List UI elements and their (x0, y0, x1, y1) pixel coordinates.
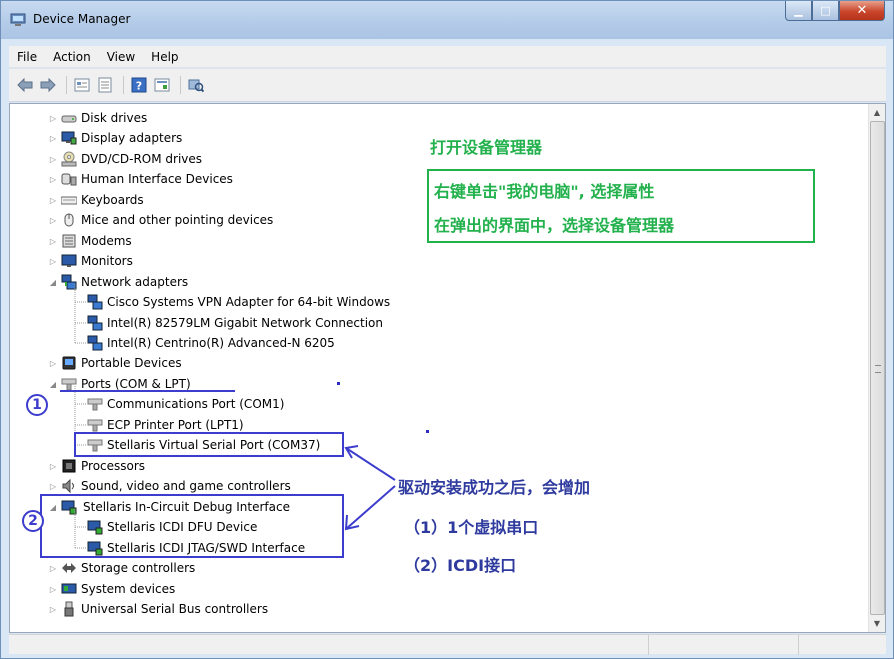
status-cell (799, 635, 886, 655)
close-button[interactable]: ✕ (839, 1, 885, 21)
scroll-down-icon[interactable]: ▼ (869, 615, 885, 632)
forward-arrow-icon (40, 78, 56, 92)
stray-dot (426, 430, 429, 433)
scan-hardware-icon (188, 79, 204, 93)
back-button[interactable] (15, 75, 35, 95)
minimize-button[interactable]: ▁ (785, 1, 812, 21)
toolbar: ? (9, 69, 886, 102)
scroll-thumb[interactable] (870, 121, 885, 615)
show-hidden-button[interactable] (95, 75, 115, 95)
details-button[interactable] (152, 75, 172, 95)
toolbar-separator (123, 76, 124, 94)
toolbar-separator (66, 76, 67, 94)
window-title: Device Manager (33, 12, 131, 26)
menu-view[interactable]: View (99, 46, 143, 68)
forward-button[interactable] (38, 75, 58, 95)
help-button[interactable]: ? (129, 75, 149, 95)
device-tree-pane[interactable]: ▷ Disk drives ▷ Display adapters ▷ DVD/C… (9, 103, 886, 633)
title-bar[interactable]: Device Manager ▁ □ ✕ (1, 1, 893, 39)
menu-help[interactable]: Help (143, 46, 186, 68)
maximize-icon: □ (820, 4, 831, 17)
annotation-blue-line2: （1）1个虚拟串口 (404, 518, 539, 537)
annotation-blue-line1: 驱动安装成功之后，会增加 (398, 478, 591, 497)
vertical-scrollbar[interactable]: ▲ ▼ (868, 104, 885, 632)
status-cell (9, 635, 649, 655)
back-arrow-icon (17, 78, 33, 92)
annotation-blue-line3: （2）ICDI接口 (404, 556, 517, 575)
window-controls: ▁ □ ✕ (785, 1, 885, 21)
menu-action[interactable]: Action (45, 46, 99, 68)
scan-hardware-button[interactable] (186, 75, 206, 95)
menu-bar: File Action View Help (9, 46, 886, 68)
properties-button[interactable] (72, 75, 92, 95)
help-icon: ? (131, 77, 147, 93)
details-icon (154, 78, 170, 92)
status-cell (649, 635, 799, 655)
scroll-grip-icon (875, 365, 881, 373)
stray-dot (337, 382, 340, 385)
close-icon: ✕ (856, 3, 868, 18)
device-manager-window: Device Manager ▁ □ ✕ File Action View He… (0, 0, 894, 659)
device-manager-icon (10, 13, 26, 26)
menu-file[interactable]: File (9, 46, 45, 68)
properties-icon (74, 78, 90, 92)
maximize-button[interactable]: □ (812, 1, 839, 21)
status-bar (9, 634, 886, 655)
toolbar-separator (180, 76, 181, 94)
svg-text:?: ? (136, 80, 142, 93)
minimize-icon: ▁ (794, 4, 803, 17)
scroll-up-icon[interactable]: ▲ (869, 104, 885, 121)
show-hidden-icon (98, 77, 112, 93)
